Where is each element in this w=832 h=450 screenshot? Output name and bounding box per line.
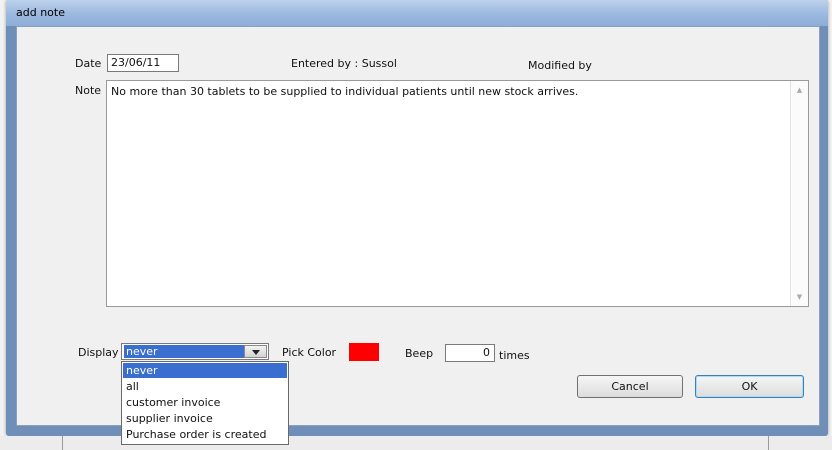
chevron-down-icon[interactable]: [244, 345, 267, 358]
note-textarea[interactable]: No more than 30 tablets to be supplied t…: [106, 80, 809, 307]
scroll-down-icon[interactable]: ▼: [791, 290, 808, 304]
date-label: Date: [75, 57, 102, 70]
display-option-purchase-order[interactable]: Purchase order is created: [123, 427, 287, 442]
pick-color-label: Pick Color: [282, 346, 337, 359]
note-scrollbar[interactable]: ▲ ▼: [790, 81, 808, 306]
cancel-button[interactable]: Cancel: [577, 375, 683, 398]
date-field[interactable]: 23/06/11: [107, 54, 179, 72]
background-divider: [62, 436, 63, 450]
ok-button[interactable]: OK: [695, 375, 804, 398]
display-option-all[interactable]: all: [123, 379, 287, 394]
color-swatch[interactable]: [349, 343, 379, 361]
title-bar[interactable]: add note: [6, 0, 828, 26]
note-label: Note: [75, 84, 102, 97]
display-dropdown: never all customer invoice supplier invo…: [121, 361, 289, 445]
modified-by-label: Modified by: [528, 59, 592, 72]
display-option-supplier-invoice[interactable]: supplier invoice: [123, 411, 287, 426]
note-text: No more than 30 tablets to be supplied t…: [111, 85, 579, 98]
display-option-customer-invoice[interactable]: customer invoice: [123, 395, 287, 410]
display-select[interactable]: never: [121, 343, 269, 360]
window-title: add note: [16, 6, 65, 19]
beep-count-field[interactable]: 0: [445, 344, 495, 362]
scroll-up-icon[interactable]: ▲: [791, 83, 808, 97]
beep-label: Beep: [405, 347, 434, 360]
entered-by-label: Entered by : Sussol: [291, 57, 397, 70]
display-label: Display: [78, 346, 119, 359]
display-option-never[interactable]: never: [123, 363, 287, 378]
background-divider: [768, 436, 769, 450]
beep-times-label: times: [499, 349, 530, 362]
display-selected-value: never: [124, 345, 244, 358]
